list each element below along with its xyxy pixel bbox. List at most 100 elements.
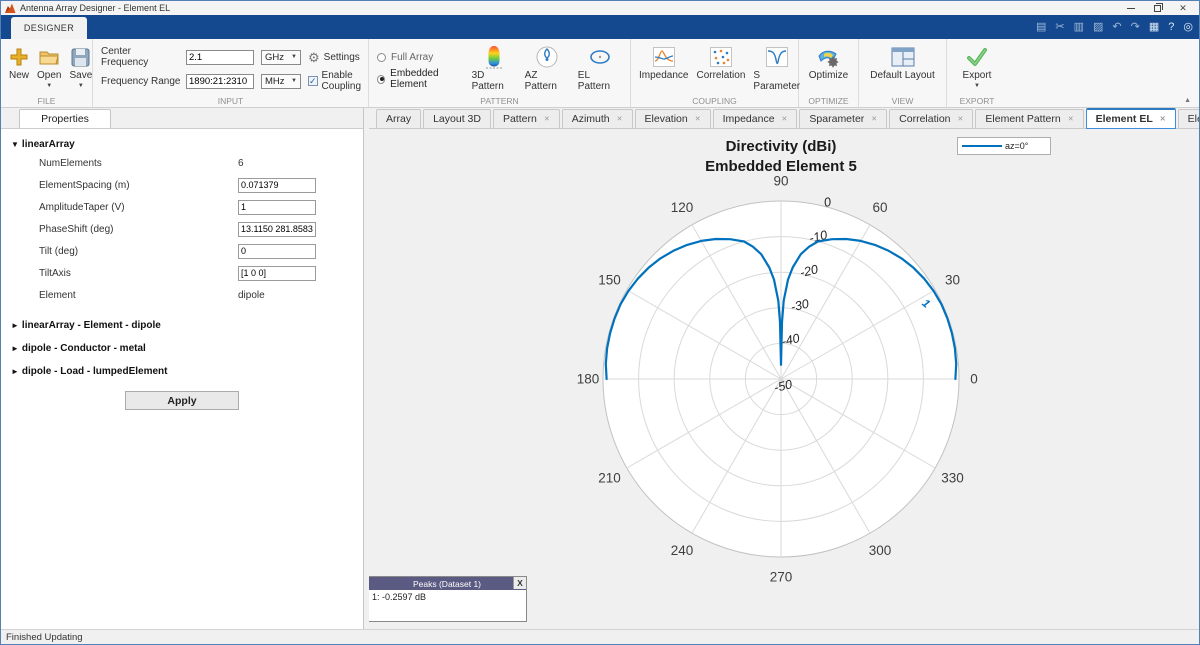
- default-layout-icon: [891, 44, 915, 70]
- el-pattern-button[interactable]: EL Pattern: [574, 42, 626, 94]
- tab-elevation[interactable]: Elevation✕: [635, 109, 711, 128]
- frequency-range-input[interactable]: [186, 74, 254, 89]
- peaks-panel-header[interactable]: Peaks (Dataset 1) X: [369, 577, 526, 590]
- tab-impedance[interactable]: Impedance✕: [713, 109, 798, 128]
- optimize-icon: [816, 44, 840, 70]
- tab-element-az[interactable]: Element AZ✕: [1178, 109, 1200, 128]
- radio-selected-icon: [377, 75, 385, 84]
- ribbon-section-coupling: Impedance Correlation: [631, 39, 799, 107]
- new-button[interactable]: New ▼: [5, 42, 33, 92]
- help-icon[interactable]: ?: [1168, 22, 1174, 33]
- svg-text:60: 60: [872, 200, 887, 215]
- open-button[interactable]: Open ▼: [33, 42, 65, 92]
- copy-icon[interactable]: ▥: [1074, 22, 1084, 33]
- apply-button[interactable]: Apply: [125, 391, 239, 410]
- svg-text:180: 180: [577, 372, 600, 387]
- close-tab-icon[interactable]: ✕: [871, 115, 877, 123]
- close-tab-icon[interactable]: ✕: [544, 115, 550, 123]
- ribbon-tab-bar: DESIGNER ▤ ✂ ▥ ▨ ↶ ↷ ▦ ? ◎: [1, 15, 1199, 39]
- ribbon-section-file: New ▼ Open ▼ Save ▼ FI: [1, 39, 93, 107]
- open-dropdown-icon[interactable]: ▼: [46, 83, 52, 90]
- save-disk-icon: [71, 44, 90, 70]
- full-array-radio[interactable]: Full Array: [377, 46, 468, 68]
- redo-icon[interactable]: ↷: [1131, 22, 1140, 33]
- enable-coupling-checkbox[interactable]: ✓ Enable Coupling: [308, 70, 362, 92]
- close-button[interactable]: ✕: [1177, 2, 1189, 14]
- embedded-element-radio[interactable]: Embedded Element: [377, 68, 468, 90]
- correlation-icon: [710, 44, 732, 70]
- tab-sparameter[interactable]: Sparameter✕: [799, 109, 887, 128]
- s-parameter-button[interactable]: S Parameter: [749, 42, 804, 94]
- tiltaxis-input[interactable]: [238, 266, 316, 281]
- property-row: NumElements 6: [1, 152, 363, 174]
- tab-designer[interactable]: DESIGNER: [11, 17, 87, 39]
- tab-properties[interactable]: Properties: [19, 109, 111, 128]
- center-frequency-input[interactable]: [186, 50, 254, 65]
- undo-icon[interactable]: ↶: [1112, 22, 1121, 33]
- tab-pattern[interactable]: Pattern✕: [493, 109, 560, 128]
- cut-icon[interactable]: ✂: [1055, 22, 1064, 33]
- window-layout-icon[interactable]: ▦: [1149, 22, 1159, 33]
- az-pattern-button[interactable]: AZ Pattern: [521, 42, 574, 94]
- tab-element-el[interactable]: Element EL✕: [1086, 108, 1176, 129]
- close-tab-icon[interactable]: ✕: [782, 115, 788, 123]
- polar-plot-canvas[interactable]: Directivity (dBi) Embedded Element 5 az=…: [369, 129, 1199, 629]
- element-dipole-section-header[interactable]: ►linearArray - Element - dipole: [1, 314, 363, 337]
- radio-unselected-icon: [377, 53, 386, 62]
- tab-array[interactable]: Array: [376, 109, 421, 128]
- center-frequency-unit-dropdown[interactable]: GHz▼: [261, 50, 301, 65]
- lineararray-section-header[interactable]: ▼linearArray: [1, 129, 363, 152]
- new-plus-icon: [9, 44, 29, 70]
- svg-text:300: 300: [869, 543, 892, 558]
- status-bar: Finished Updating: [1, 629, 1199, 644]
- optimize-button[interactable]: Optimize: [805, 42, 852, 83]
- frequency-range-unit-dropdown[interactable]: MHz▼: [261, 74, 301, 89]
- close-tab-icon[interactable]: ✕: [958, 115, 964, 123]
- load-lumpedelement-section-header[interactable]: ►dipole - Load - lumpedElement: [1, 360, 363, 383]
- settings-button[interactable]: ⚙ Settings: [308, 51, 362, 64]
- correlation-button[interactable]: Correlation: [692, 42, 749, 83]
- elementspacing-input[interactable]: [238, 178, 316, 193]
- save-dropdown-icon[interactable]: ▼: [78, 83, 84, 90]
- svg-text:120: 120: [671, 200, 694, 215]
- restore-button[interactable]: [1151, 2, 1163, 14]
- tab-layout-3d[interactable]: Layout 3D: [423, 109, 491, 128]
- export-button[interactable]: Export ▼: [959, 42, 996, 92]
- amplitudetaper-input[interactable]: [238, 200, 316, 215]
- app-logo-icon: [5, 3, 16, 13]
- export-dropdown-icon[interactable]: ▼: [974, 83, 980, 90]
- ribbon-section-view: Default Layout VIEW: [859, 39, 947, 107]
- tab-element-pattern[interactable]: Element Pattern✕: [975, 109, 1083, 128]
- checkbox-checked-icon: ✓: [308, 76, 318, 86]
- default-layout-button[interactable]: Default Layout: [866, 42, 939, 83]
- svg-text:210: 210: [598, 471, 621, 486]
- document-tabstrip: Array Layout 3D Pattern✕ Azimuth✕ Elevat…: [369, 108, 1199, 129]
- title-bar: Antenna Array Designer - Element EL ✕: [1, 1, 1199, 15]
- phaseshift-input[interactable]: [238, 222, 316, 237]
- impedance-button[interactable]: Impedance: [635, 42, 692, 83]
- tab-azimuth[interactable]: Azimuth✕: [562, 109, 633, 128]
- close-tab-icon[interactable]: ✕: [695, 115, 701, 123]
- element-value: dipole: [238, 290, 265, 301]
- close-tab-icon[interactable]: ✕: [1160, 115, 1166, 123]
- close-tab-icon[interactable]: ✕: [617, 115, 623, 123]
- peaks-panel[interactable]: Peaks (Dataset 1) X 1: -0.2597 dB: [369, 576, 527, 622]
- paste-icon[interactable]: ▨: [1093, 22, 1103, 33]
- 3d-pattern-button[interactable]: 3D Pattern: [468, 42, 521, 94]
- collapse-ribbon-icon[interactable]: ▲: [1184, 97, 1191, 104]
- tilt-input[interactable]: [238, 244, 316, 259]
- close-tab-icon[interactable]: ✕: [1068, 115, 1074, 123]
- export-check-icon: [966, 44, 988, 70]
- conductor-metal-section-header[interactable]: ►dipole - Conductor - metal: [1, 337, 363, 360]
- triangle-expanded-icon: ▼: [11, 140, 19, 149]
- document-area: Array Layout 3D Pattern✕ Azimuth✕ Elevat…: [369, 108, 1199, 629]
- triangle-collapsed-icon: ►: [11, 321, 19, 330]
- minimize-button[interactable]: [1125, 2, 1137, 14]
- tab-correlation[interactable]: Correlation✕: [889, 109, 973, 128]
- resources-icon[interactable]: ◎: [1183, 22, 1193, 33]
- peaks-close-button[interactable]: X: [513, 577, 526, 589]
- chevron-down-icon: ▼: [291, 54, 297, 60]
- triangle-collapsed-icon: ►: [11, 367, 19, 376]
- save-button[interactable]: Save ▼: [65, 42, 96, 92]
- save-icon[interactable]: ▤: [1036, 22, 1046, 33]
